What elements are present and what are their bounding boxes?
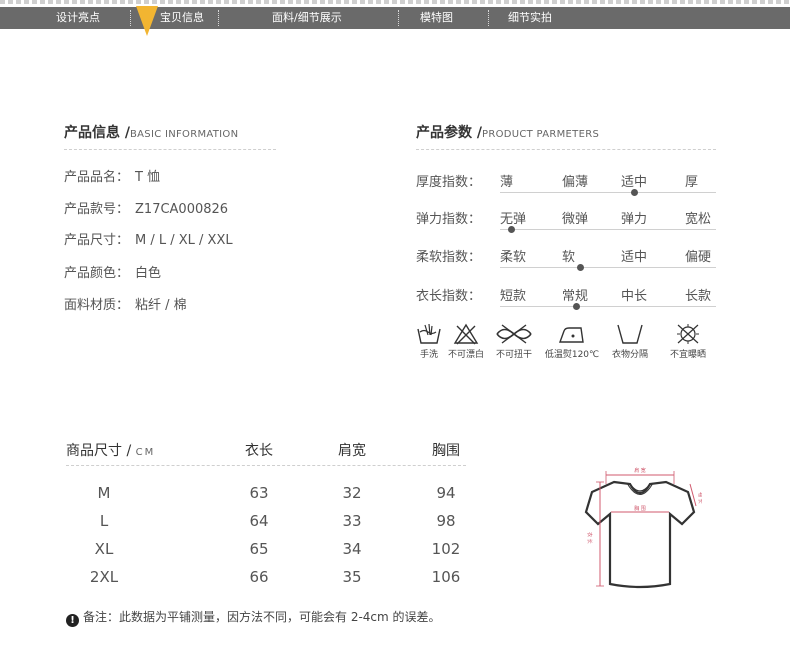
size-value-cell: 33 (342, 512, 362, 530)
param-option: 偏硬 (685, 250, 712, 265)
nav-item-fabric[interactable]: 面料/细节展示 (272, 7, 342, 29)
care-item: 低温熨120℃ (542, 323, 602, 360)
size-label: M (97, 484, 111, 502)
nav-separator (398, 10, 399, 26)
param-option: 适中 (621, 175, 648, 190)
sleeve-label: 袖 长 (697, 492, 702, 504)
param-level-dot (630, 189, 638, 196)
param-level-dot (572, 303, 580, 310)
size-value-cell: 98 (436, 512, 456, 530)
size-value-cell: 106 (431, 568, 461, 586)
divider (66, 465, 466, 466)
params-title: 产品参数 /PRODUCT PARMETERS (416, 125, 600, 141)
divider (64, 149, 276, 150)
low-iron-icon (559, 327, 584, 343)
no-wring-icon (496, 324, 532, 344)
no-bleach-icon (453, 323, 479, 345)
param-label: 弹力指数： (416, 212, 482, 227)
measurement-note: ! 备注：此数据为平铺测量，因方法不同，可能会有 2-4cm 的误差。 (66, 608, 441, 627)
care-item: 不可扭干 (484, 323, 544, 360)
section-nav: 设计亮点 宝贝信息 面料/细节展示 模特图 细节实拍 (0, 7, 790, 29)
param-option: 常规 (562, 289, 589, 304)
size-table-title: 商品尺寸 / CM (66, 443, 156, 459)
nav-item-product-info[interactable]: 宝贝信息 (160, 7, 204, 29)
param-option: 偏薄 (562, 175, 589, 190)
nav-item-detail-photos[interactable]: 细节实拍 (508, 7, 552, 29)
param-option: 厚 (685, 175, 699, 190)
column-header: 胸围 (432, 443, 460, 459)
param-level-dot (507, 226, 515, 233)
info-row-material: 面料材质： 粘纤 / 棉 (64, 298, 187, 313)
info-row-size: 产品尺寸： M / L / XL / XXL (64, 233, 233, 248)
divider (416, 149, 716, 150)
param-label: 柔软指数： (416, 250, 482, 265)
nav-separator (488, 10, 489, 26)
param-option: 柔软 (500, 250, 527, 265)
size-value-cell: 102 (431, 540, 461, 558)
size-label: L (99, 512, 109, 530)
warning-icon: ! (66, 614, 79, 627)
length-label: 衣 长 (586, 532, 593, 544)
param-option: 软 (562, 250, 576, 265)
param-option: 适中 (621, 250, 648, 265)
nav-item-design[interactable]: 设计亮点 (56, 7, 100, 29)
param-option: 中长 (621, 289, 648, 304)
basic-info-title: 产品信息 /BASIC INFORMATION (64, 125, 239, 141)
shoulder-label: 肩 宽 (634, 467, 646, 474)
nav-item-model[interactable]: 模特图 (420, 7, 453, 29)
param-label: 衣长指数： (416, 289, 482, 304)
info-row-name: 产品品名： T 恤 (64, 170, 161, 185)
active-nav-marker-icon (136, 6, 158, 36)
param-option: 微弹 (562, 212, 589, 227)
nav-separator (218, 10, 219, 26)
param-scale-line (500, 192, 716, 193)
info-row-color: 产品颜色： 白色 (64, 266, 162, 281)
size-label: XL (94, 540, 114, 558)
param-option: 薄 (500, 175, 514, 190)
size-label: 2XL (89, 568, 119, 586)
param-option: 长款 (685, 289, 712, 304)
param-level-dot (576, 264, 584, 271)
param-option: 短款 (500, 289, 527, 304)
column-header: 肩宽 (338, 443, 366, 459)
nav-top-border (0, 0, 790, 4)
size-value-cell: 63 (249, 484, 269, 502)
param-option: 无弹 (500, 212, 527, 227)
size-value-cell: 34 (342, 540, 362, 558)
column-header: 衣长 (245, 443, 273, 459)
size-value-cell: 32 (342, 484, 362, 502)
care-item: 衣物分隔 (600, 323, 660, 360)
tshirt-outline (584, 480, 696, 589)
size-value-cell: 35 (342, 568, 362, 586)
care-item: 不宜曝晒 (658, 323, 718, 360)
chest-label: 胸 围 (634, 505, 646, 512)
size-value-cell: 65 (249, 540, 269, 558)
size-value-cell: 94 (436, 484, 456, 502)
param-option: 弹力 (621, 212, 648, 227)
param-scale-line (500, 306, 716, 307)
nav-separator (130, 10, 131, 26)
param-option: 宽松 (685, 212, 712, 227)
size-value-cell: 64 (249, 512, 269, 530)
garment-measure-diagram: 肩 宽 胸 围 衣 长 袖 长 (584, 467, 702, 589)
no-tumble-dry-icon (677, 324, 699, 344)
info-row-style-no: 产品款号： Z17CA000826 (64, 202, 229, 217)
param-label: 厚度指数： (416, 175, 482, 190)
param-scale-line (500, 229, 716, 230)
size-value-cell: 66 (249, 568, 269, 586)
param-scale-line (500, 267, 716, 268)
shade-dry-icon (617, 324, 643, 344)
